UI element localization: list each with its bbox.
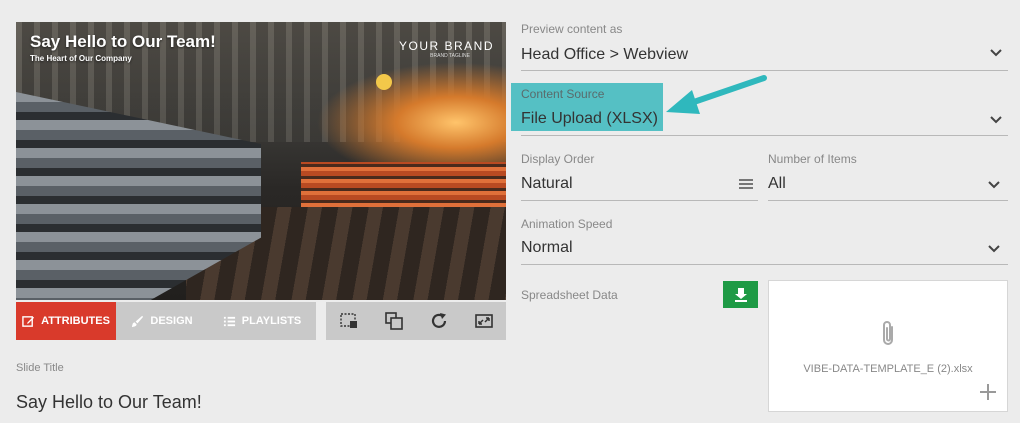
- tab-attributes[interactable]: ATTRIBUTES: [16, 302, 116, 340]
- layers-button[interactable]: [383, 310, 405, 332]
- number-of-items-underline: [768, 200, 1008, 201]
- spreadsheet-data-label: Spreadsheet Data: [521, 288, 618, 302]
- uploaded-file-name: VIBE-DATA-TEMPLATE_E (2).xlsx: [803, 363, 973, 375]
- preview-crane-hook-decor: [376, 74, 392, 90]
- tab-label: ATTRIBUTES: [41, 315, 110, 327]
- preview-as-select[interactable]: Head Office > Webview: [521, 46, 688, 64]
- preview-slide-subtitle: The Heart of Our Company: [30, 54, 132, 63]
- tab-label: DESIGN: [150, 315, 193, 327]
- preview-tool-bar: [326, 302, 506, 340]
- content-source-label: Content Source: [521, 87, 605, 101]
- preview-hot-steel-decor: [301, 162, 506, 212]
- add-file-icon[interactable]: [979, 383, 997, 401]
- content-source-underline: [521, 135, 1008, 136]
- slide-title-input[interactable]: Say Hello to Our Team!: [16, 392, 202, 413]
- download-template-button[interactable]: [723, 281, 758, 308]
- animation-speed-select[interactable]: Normal: [521, 239, 573, 257]
- annotation-arrow-icon: [666, 75, 767, 114]
- display-order-select[interactable]: Natural: [521, 175, 573, 193]
- animation-speed-label: Animation Speed: [521, 217, 613, 231]
- preview-brand-logo: YOUR BRAND: [398, 39, 494, 53]
- list-icon: [223, 316, 235, 326]
- tab-label: PLAYLISTS: [241, 315, 302, 327]
- display-order-underline: [521, 200, 758, 201]
- crop-frame-button[interactable]: [338, 310, 360, 332]
- slide-preview-image: Say Hello to Our Team! The Heart of Our …: [16, 22, 506, 300]
- preview-as-label: Preview content as: [521, 22, 623, 36]
- layers-icon: [384, 312, 403, 330]
- refresh-icon: [431, 313, 446, 328]
- hamburger-icon[interactable]: [739, 178, 753, 190]
- preview-brand-tagline: BRAND TAGLINE: [430, 53, 470, 59]
- chevron-down-icon[interactable]: [989, 48, 1003, 58]
- chevron-down-icon[interactable]: [987, 244, 1001, 254]
- display-order-label: Display Order: [521, 152, 595, 166]
- fullscreen-icon: [474, 314, 493, 328]
- editor-tab-bar: ATTRIBUTES DESIGN PLAYLISTS: [16, 302, 316, 340]
- download-icon: [734, 287, 747, 302]
- content-source-select[interactable]: File Upload (XLSX): [521, 110, 658, 128]
- file-upload-box[interactable]: VIBE-DATA-TEMPLATE_E (2).xlsx: [768, 280, 1008, 412]
- preview-slide-title: Say Hello to Our Team!: [30, 32, 216, 51]
- fullscreen-button[interactable]: [473, 310, 495, 332]
- crop-frame-icon: [339, 313, 357, 328]
- refresh-button[interactable]: [428, 310, 450, 332]
- slide-title-label: Slide Title: [16, 362, 64, 374]
- edit-icon: [22, 315, 35, 327]
- number-of-items-select[interactable]: All: [768, 175, 786, 193]
- chevron-down-icon[interactable]: [989, 115, 1003, 125]
- preview-glow-decor: [316, 62, 506, 172]
- tab-design[interactable]: DESIGN: [116, 302, 208, 340]
- paperclip-icon: [883, 321, 893, 345]
- brush-icon: [132, 315, 144, 327]
- chevron-down-icon[interactable]: [987, 180, 1001, 190]
- animation-speed-underline: [521, 264, 1008, 265]
- number-of-items-label: Number of Items: [768, 152, 857, 166]
- tab-playlists[interactable]: PLAYLISTS: [208, 302, 316, 340]
